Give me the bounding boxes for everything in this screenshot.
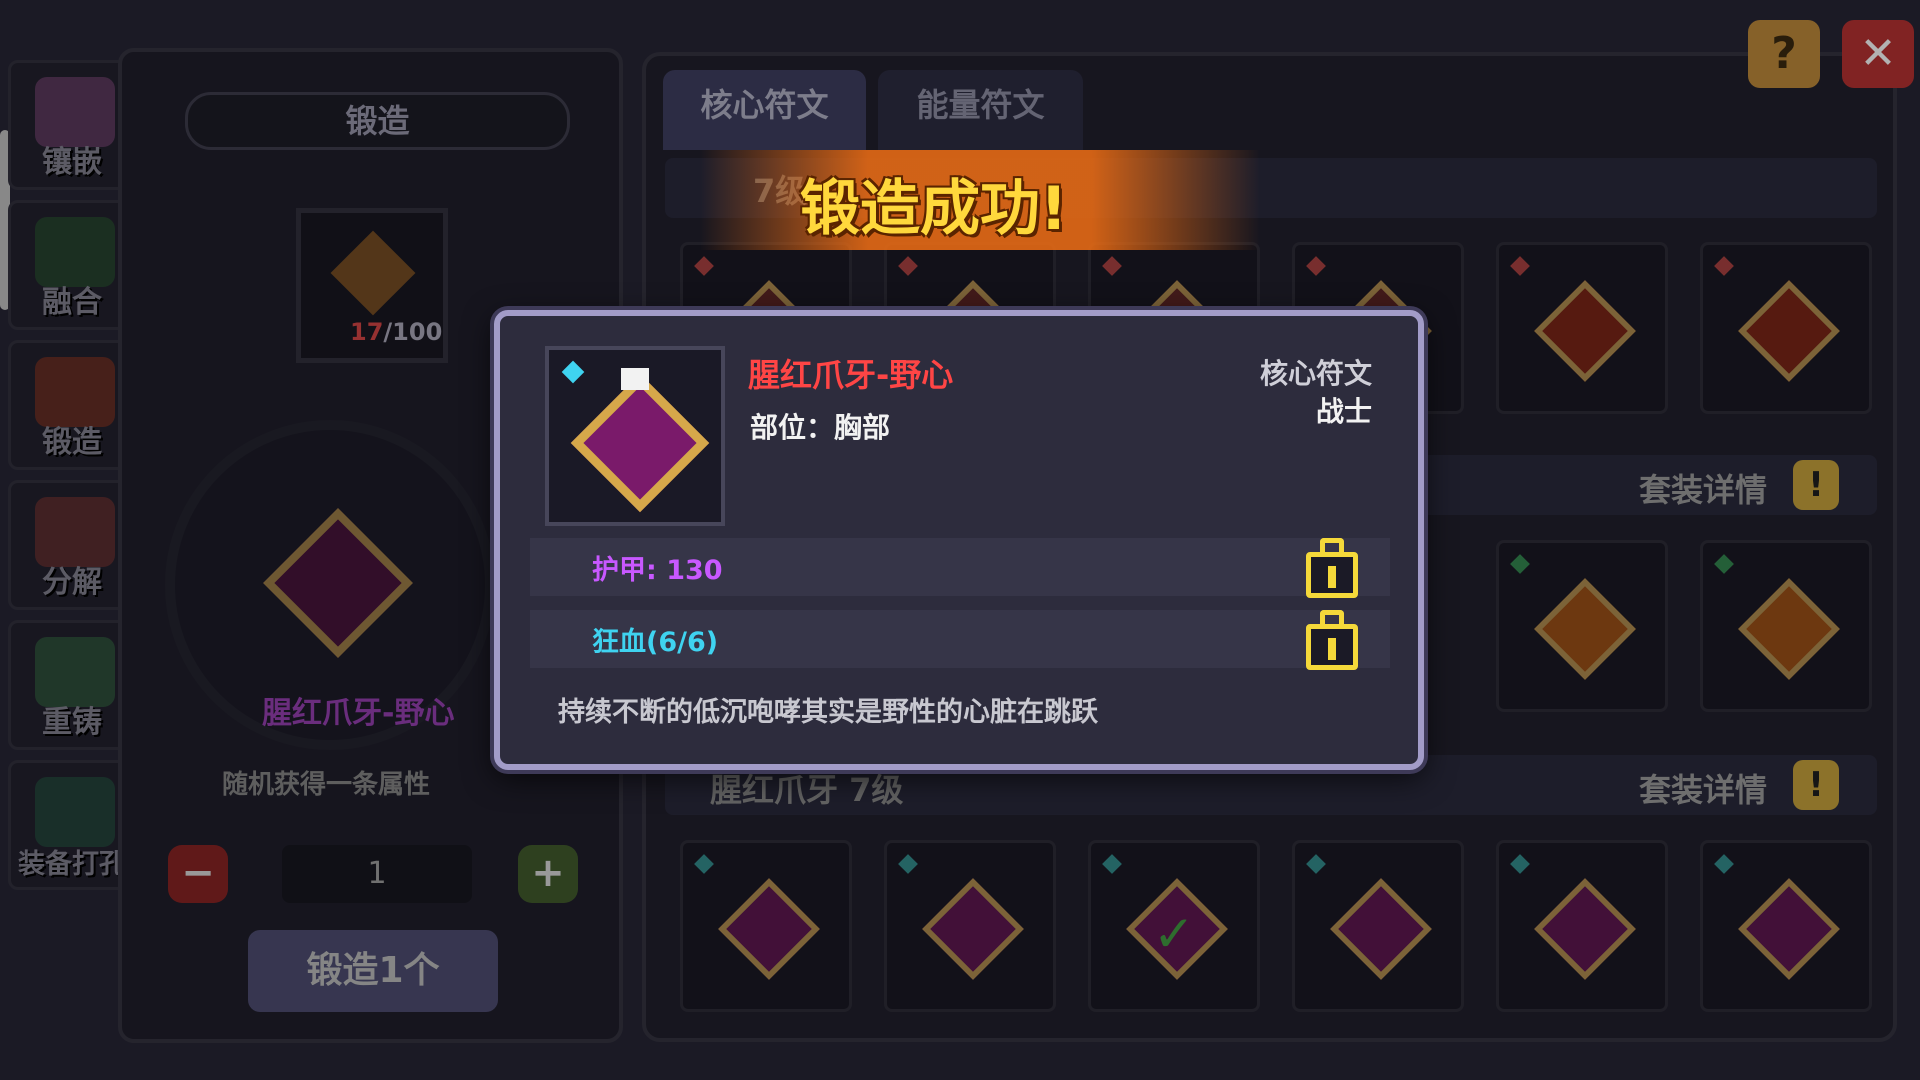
set-detail-button[interactable]: ! <box>1793 760 1839 810</box>
rune-icon <box>263 508 413 658</box>
close-button[interactable]: ✕ <box>1842 20 1914 88</box>
random-attribute-hint: 随机获得一条属性 <box>222 770 431 800</box>
rune-cell[interactable] <box>884 840 1056 1012</box>
chest-slot-icon <box>621 368 649 390</box>
set-detail-label: 套装详情 <box>1638 471 1767 509</box>
increase-button[interactable]: + <box>518 845 578 903</box>
rune-cell[interactable] <box>1700 242 1872 414</box>
set-detail-button[interactable]: ! <box>1793 460 1839 510</box>
sidebar-item-label: 分解 <box>42 565 102 600</box>
rune-cell[interactable] <box>1292 840 1464 1012</box>
rune-cell[interactable] <box>1700 540 1872 712</box>
group-title: 腥红爪牙 7级 <box>710 771 904 809</box>
forge-success-banner: 锻造成功! <box>800 174 1068 244</box>
popup-rune-type: 核心符文 <box>1259 357 1372 390</box>
sidebar-item-label: 装备打孔 <box>18 849 126 880</box>
decrease-button[interactable]: − <box>168 845 228 903</box>
tab-energy-rune[interactable]: 能量符文 <box>878 70 1083 150</box>
help-button[interactable]: ? <box>1748 20 1820 88</box>
material-total: /100 <box>383 318 443 346</box>
lock-icon[interactable] <box>1306 538 1358 598</box>
material-icon <box>330 230 416 316</box>
popup-rune-name: 腥红爪牙-野心 <box>748 356 954 394</box>
check-icon: ✓ <box>1153 905 1195 963</box>
sidebar-item-label: 镶嵌 <box>42 145 102 180</box>
sidebar-item-label: 锻造 <box>42 425 102 460</box>
forge-button[interactable]: 锻造1个 <box>248 930 498 1012</box>
rune-cell[interactable] <box>680 840 852 1012</box>
lock-icon[interactable] <box>1306 610 1358 670</box>
material-current: 17 <box>350 318 384 346</box>
stat-row-armor: 护甲: 130 <box>530 538 1390 598</box>
quantity-field[interactable]: 1 <box>282 845 472 903</box>
sidebar-item-forge[interactable]: 锻造 <box>8 340 136 470</box>
rune-cell[interactable] <box>1496 540 1668 712</box>
sidebar-item-label: 融合 <box>42 285 102 320</box>
sidebar-item-socket[interactable]: 装备打孔 <box>8 760 136 890</box>
sidebar-item-fusion[interactable]: 融合 <box>8 200 136 330</box>
sidebar-item-recast[interactable]: 重铸 <box>8 620 136 750</box>
rune-cell[interactable] <box>1700 840 1872 1012</box>
popup-description: 持续不断的低沉咆哮其实是野性的心脏在跳跃 <box>558 697 1098 728</box>
forge-rune-name: 腥红爪牙-野心 <box>262 696 455 731</box>
popup-class: 战士 <box>1315 395 1372 428</box>
stat-armor: 护甲: 130 <box>592 555 723 586</box>
material-count: 17/100 <box>350 318 442 346</box>
forge-title: 锻造 <box>185 92 570 150</box>
tab-core-rune[interactable]: 核心符文 <box>663 70 866 150</box>
rune-cell[interactable] <box>1496 242 1668 414</box>
socket-icon <box>35 777 115 847</box>
stat-frenzy: 狂血(6/6) <box>592 627 719 658</box>
sidebar-item-label: 重铸 <box>42 705 102 740</box>
stat-row-frenzy: 狂血(6/6) <box>530 610 1390 670</box>
rune-cell[interactable] <box>1496 840 1668 1012</box>
set-detail-label: 套装详情 <box>1638 771 1767 809</box>
sidebar-item-inlay[interactable]: 镶嵌 <box>8 60 136 190</box>
sidebar-item-decompose[interactable]: 分解 <box>8 480 136 610</box>
popup-rune-icon-frame <box>545 346 725 526</box>
rune-cell-selected[interactable]: ✓ <box>1088 840 1260 1012</box>
quality-gem-icon <box>561 360 585 384</box>
rune-icon <box>570 373 710 513</box>
popup-slot: 部位：胸部 <box>750 411 891 444</box>
